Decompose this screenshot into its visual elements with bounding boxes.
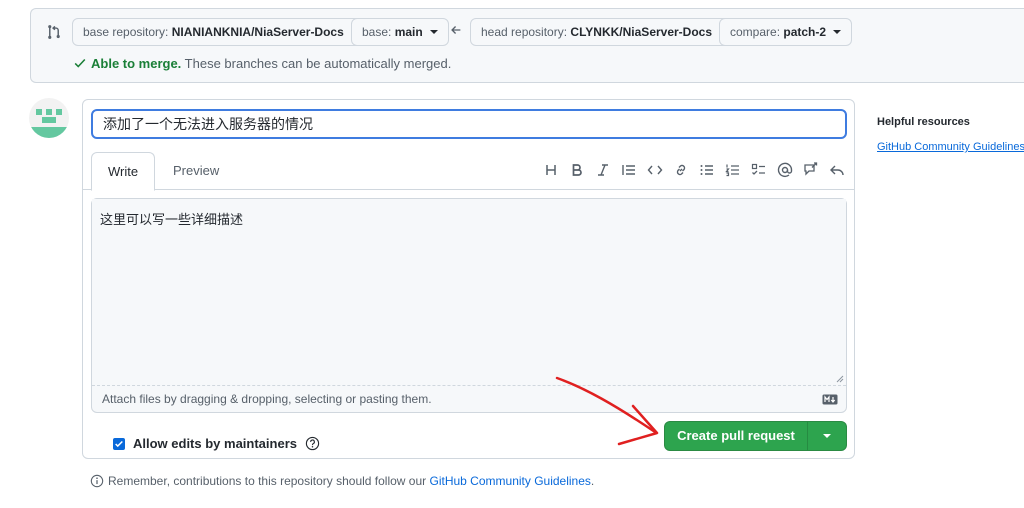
code-icon[interactable] <box>646 161 664 179</box>
attach-files-text: Attach files by dragging & dropping, sel… <box>102 392 432 406</box>
tab-preview[interactable]: Preview <box>157 152 235 190</box>
compare-arrows-icon <box>48 25 60 39</box>
arrow-left-icon <box>451 26 461 34</box>
annotation-arrow <box>555 376 659 446</box>
reply-icon[interactable] <box>828 161 846 179</box>
allow-edits-label: Allow edits by maintainers <box>133 436 297 451</box>
chevron-down-icon <box>823 434 831 438</box>
compare-bar: base repository: NIANIANKNIA/NiaServer-D… <box>30 8 1024 83</box>
sidebar-community-guidelines-link[interactable]: GitHub Community Guidelines <box>877 141 1024 153</box>
avatar[interactable] <box>29 98 69 138</box>
head-repository-value: CLYNKK/NiaServer-Docs <box>570 25 713 39</box>
create-pull-request-button[interactable]: Create pull request <box>664 421 808 451</box>
unordered-list-icon[interactable] <box>698 161 716 179</box>
base-repository-label: base repository: <box>83 25 169 39</box>
reminder-text: Remember, contributions to this reposito… <box>108 474 430 488</box>
comment-body-textarea[interactable]: 这里可以写一些详细描述 <box>92 199 846 385</box>
merge-ok-text: Able to merge. <box>91 56 182 71</box>
task-list-icon[interactable] <box>750 161 768 179</box>
question-icon[interactable] <box>305 436 320 451</box>
compare-branch-select[interactable]: compare: patch-2 <box>719 18 853 46</box>
reminder-suffix: . <box>590 474 595 488</box>
allow-edits-row: Allow edits by maintainers <box>113 436 320 451</box>
info-icon <box>90 474 104 488</box>
italic-icon[interactable] <box>594 161 612 179</box>
bold-icon[interactable] <box>568 161 586 179</box>
base-repository-value: NIANIANKNIA/NiaServer-Docs <box>171 25 344 39</box>
quote-icon[interactable] <box>620 161 638 179</box>
comment-body-container: 这里可以写一些详细描述 Attach files by dragging & d… <box>91 198 847 413</box>
pull-request-form: Write Preview <box>82 99 855 459</box>
head-repository-label: head repository: <box>481 25 568 39</box>
link-icon[interactable] <box>672 161 690 179</box>
heading-icon[interactable] <box>542 161 560 179</box>
check-icon <box>74 58 86 68</box>
base-branch-label: base: <box>362 25 392 39</box>
attach-files-bar[interactable]: Attach files by dragging & dropping, sel… <box>92 385 846 412</box>
pr-title-input[interactable] <box>91 109 847 139</box>
compare-branch-value: patch-2 <box>783 25 827 39</box>
ordered-list-icon[interactable] <box>724 161 742 179</box>
community-guidelines-link[interactable]: GitHub Community Guidelines <box>430 474 591 488</box>
base-branch-value: main <box>394 25 423 39</box>
markdown-icon[interactable] <box>822 394 838 405</box>
reference-icon[interactable] <box>802 161 820 179</box>
mention-icon[interactable] <box>776 161 794 179</box>
markdown-toolbar <box>542 161 846 179</box>
chevron-down-icon <box>833 29 842 34</box>
resize-handle-icon[interactable] <box>836 375 844 383</box>
tab-write[interactable]: Write <box>91 152 156 191</box>
create-pull-request-dropdown[interactable] <box>808 421 847 451</box>
guidelines-reminder: Remember, contributions to this reposito… <box>90 474 594 488</box>
base-branch-select[interactable]: base: main <box>351 18 450 46</box>
merge-detail-text: These branches can be automatically merg… <box>181 56 452 71</box>
merge-status: Able to merge. These branches can be aut… <box>73 56 451 71</box>
head-repository-select[interactable]: head repository: CLYNKK/NiaServer-Docs <box>470 18 739 46</box>
helpful-resources-heading: Helpful resources <box>877 116 970 128</box>
chevron-down-icon <box>430 29 439 34</box>
compare-branch-label: compare: <box>730 25 781 39</box>
base-repository-select[interactable]: base repository: NIANIANKNIA/NiaServer-D… <box>72 18 371 46</box>
allow-edits-checkbox[interactable] <box>113 437 125 450</box>
